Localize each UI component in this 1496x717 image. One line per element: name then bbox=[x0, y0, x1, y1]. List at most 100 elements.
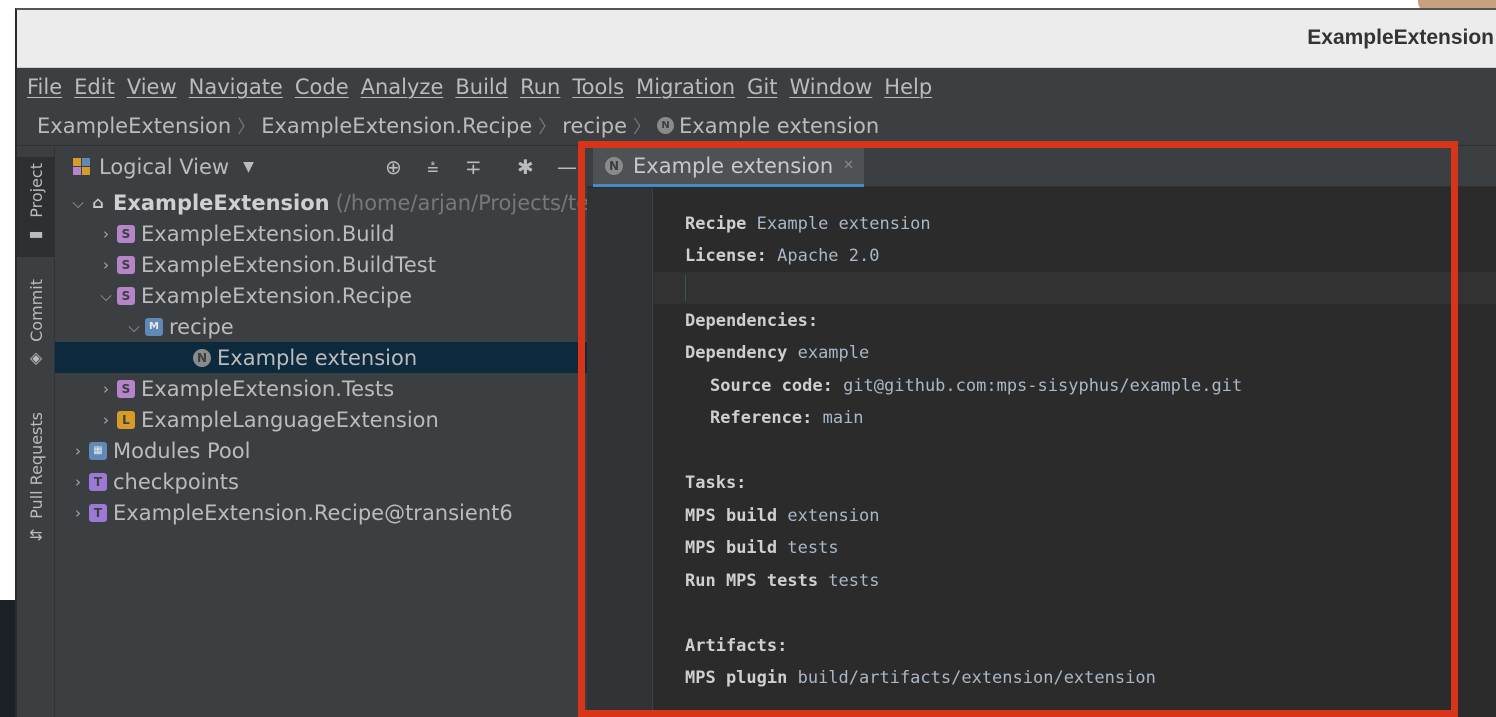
breadcrumb-item[interactable]: ExampleExtension.Recipe bbox=[261, 114, 532, 138]
tree-item-label: Example extension bbox=[217, 345, 418, 370]
menu-code[interactable]: Code bbox=[295, 75, 349, 99]
code-keyword: build bbox=[725, 538, 778, 558]
menu-file[interactable]: File bbox=[27, 75, 62, 99]
chevron-down-icon[interactable]: ⌵ bbox=[95, 287, 117, 305]
tree-row[interactable]: › T ExampleExtension.Recipe@transient6 bbox=[55, 497, 595, 528]
code-value: Example extension bbox=[746, 214, 931, 234]
solution-icon: S bbox=[117, 224, 135, 243]
logical-view-icon bbox=[73, 158, 91, 176]
window-title: ExampleExtension bbox=[1307, 26, 1494, 49]
code-value: build/artifacts/extension/extension bbox=[787, 668, 1156, 688]
modules-pool-icon: ▦ bbox=[89, 441, 107, 460]
chevron-right-icon[interactable]: › bbox=[67, 473, 89, 491]
code-line: Dependencies: bbox=[685, 305, 818, 337]
editor-gutter bbox=[587, 188, 653, 717]
tool-tab-pull-requests[interactable]: Pull Requests ⇆ bbox=[17, 412, 55, 544]
code-editor[interactable]: Recipe Example extension License: Apache… bbox=[653, 188, 1496, 717]
menu-migration[interactable]: Migration bbox=[636, 75, 735, 99]
pull-request-icon: ⇆ bbox=[29, 524, 43, 544]
code-keyword: Artifacts: bbox=[685, 636, 788, 656]
tree-row[interactable]: › ▦ Modules Pool bbox=[55, 435, 595, 466]
code-keyword: Recipe bbox=[685, 214, 747, 234]
locate-icon[interactable]: ⊕ bbox=[385, 155, 402, 179]
tree-item-label: Modules Pool bbox=[113, 438, 251, 463]
code-line: Source code: git@github.com:mps-sisyphus… bbox=[710, 370, 1242, 402]
menu-edit[interactable]: Edit bbox=[74, 75, 115, 99]
chevron-down-icon[interactable]: ⌵ bbox=[123, 318, 145, 336]
menu-analyze[interactable]: Analyze bbox=[361, 75, 444, 99]
code-line: MPS plugin build/artifacts/extension/ext… bbox=[685, 662, 1156, 694]
project-panel-header: Logical View ▼ ⊕ ⩮ ∓ ✱ — bbox=[55, 147, 595, 187]
chevron-right-icon[interactable]: › bbox=[95, 256, 117, 274]
tree-item-label: recipe bbox=[169, 314, 234, 339]
tool-tab-commit[interactable]: Commit ◈ bbox=[17, 279, 55, 367]
home-icon: ⌂ bbox=[92, 192, 104, 212]
close-icon[interactable]: ✕ bbox=[843, 158, 854, 173]
breadcrumb-item[interactable]: Example extension bbox=[679, 114, 879, 138]
menu-bar: File Edit View Navigate Code Analyze Bui… bbox=[17, 68, 1496, 106]
code-line: MPS build tests bbox=[685, 532, 839, 564]
solution-icon: S bbox=[117, 379, 135, 398]
tree-row[interactable]: › L ExampleLanguageExtension bbox=[55, 404, 595, 435]
collapse-all-icon[interactable]: ∓ bbox=[465, 155, 482, 179]
code-keyword: tests bbox=[766, 571, 819, 591]
menu-run[interactable]: Run bbox=[520, 75, 560, 99]
tree-row[interactable]: ⌵ M recipe bbox=[55, 311, 595, 342]
code-line: Artifacts: bbox=[685, 630, 787, 662]
chevron-right-icon[interactable]: › bbox=[67, 504, 89, 522]
editor-tab[interactable]: N Example extension ✕ bbox=[593, 147, 865, 187]
breadcrumb-separator-icon: 〉 bbox=[633, 116, 652, 138]
chevron-right-icon[interactable]: › bbox=[95, 225, 117, 243]
view-selector[interactable]: Logical View bbox=[99, 155, 229, 179]
transient-icon: T bbox=[89, 472, 107, 491]
chevron-right-icon[interactable]: › bbox=[95, 411, 117, 429]
chevron-right-icon[interactable]: › bbox=[95, 380, 117, 398]
expand-all-icon[interactable]: ⩮ bbox=[427, 155, 439, 179]
tree-item-label: ExampleExtension.BuildTest bbox=[141, 252, 436, 277]
code-line: License: Apache 2.0 bbox=[685, 240, 879, 272]
solution-icon: S bbox=[117, 286, 135, 305]
code-line: Tasks: bbox=[685, 467, 746, 499]
tree-row[interactable]: › S ExampleExtension.BuildTest bbox=[55, 249, 595, 280]
tree-row-root[interactable]: ⌵ ⌂ ExampleExtension (/home/arjan/Projec… bbox=[55, 187, 595, 218]
tree-item-label: checkpoints bbox=[113, 469, 239, 494]
menu-navigate[interactable]: Navigate bbox=[189, 75, 283, 99]
gear-icon[interactable]: ✱ bbox=[517, 155, 534, 179]
commit-icon: ◈ bbox=[29, 347, 43, 367]
menu-view[interactable]: View bbox=[127, 75, 177, 99]
tree-row-selected[interactable]: N Example extension bbox=[55, 342, 595, 373]
tree-row[interactable]: › S ExampleExtension.Build bbox=[55, 218, 595, 249]
chevron-right-icon[interactable]: › bbox=[67, 442, 89, 460]
tree-item-label: ExampleExtension.Recipe@transient6 bbox=[113, 500, 513, 525]
tree-row[interactable]: › T checkpoints bbox=[55, 466, 595, 497]
solution-icon: S bbox=[117, 255, 135, 274]
menu-help[interactable]: Help bbox=[884, 75, 932, 99]
node-icon: N bbox=[657, 117, 675, 134]
editor-tab-bar: N Example extension ✕ bbox=[587, 147, 1496, 187]
chevron-down-icon[interactable]: ⌵ bbox=[67, 194, 89, 212]
code-value: Apache 2.0 bbox=[766, 246, 880, 266]
menu-build[interactable]: Build bbox=[455, 75, 508, 99]
title-bar[interactable]: ExampleExtension bbox=[17, 10, 1496, 68]
breadcrumb-separator-icon: 〉 bbox=[538, 116, 557, 138]
tree-row[interactable]: ⌵ S ExampleExtension.Recipe bbox=[55, 280, 595, 311]
menu-window[interactable]: Window bbox=[789, 75, 872, 99]
breadcrumb-item[interactable]: recipe bbox=[562, 114, 627, 138]
code-keyword: Source code: bbox=[710, 376, 833, 396]
code-value: tests bbox=[818, 571, 880, 591]
node-icon: N bbox=[605, 156, 623, 175]
tree-row[interactable]: › S ExampleExtension.Tests bbox=[55, 373, 595, 404]
code-line: Recipe Example extension bbox=[685, 208, 931, 240]
menu-git[interactable]: Git bbox=[747, 75, 777, 99]
tool-tab-pull-requests-label: Pull Requests bbox=[26, 412, 46, 519]
chevron-down-icon[interactable]: ▼ bbox=[243, 159, 254, 175]
code-value: main bbox=[812, 408, 864, 428]
tree-item-label: ExampleExtension.Recipe bbox=[141, 283, 413, 308]
tree-item-label: ExampleExtension.Tests bbox=[141, 376, 395, 401]
code-line: Reference: main bbox=[710, 402, 864, 434]
breadcrumb-item[interactable]: ExampleExtension bbox=[37, 114, 231, 138]
menu-tools[interactable]: Tools bbox=[572, 75, 624, 99]
editor-tab-title: Example extension bbox=[633, 153, 834, 178]
tool-tab-project[interactable]: Project ▬ bbox=[17, 157, 55, 257]
hide-icon[interactable]: — bbox=[557, 155, 577, 179]
